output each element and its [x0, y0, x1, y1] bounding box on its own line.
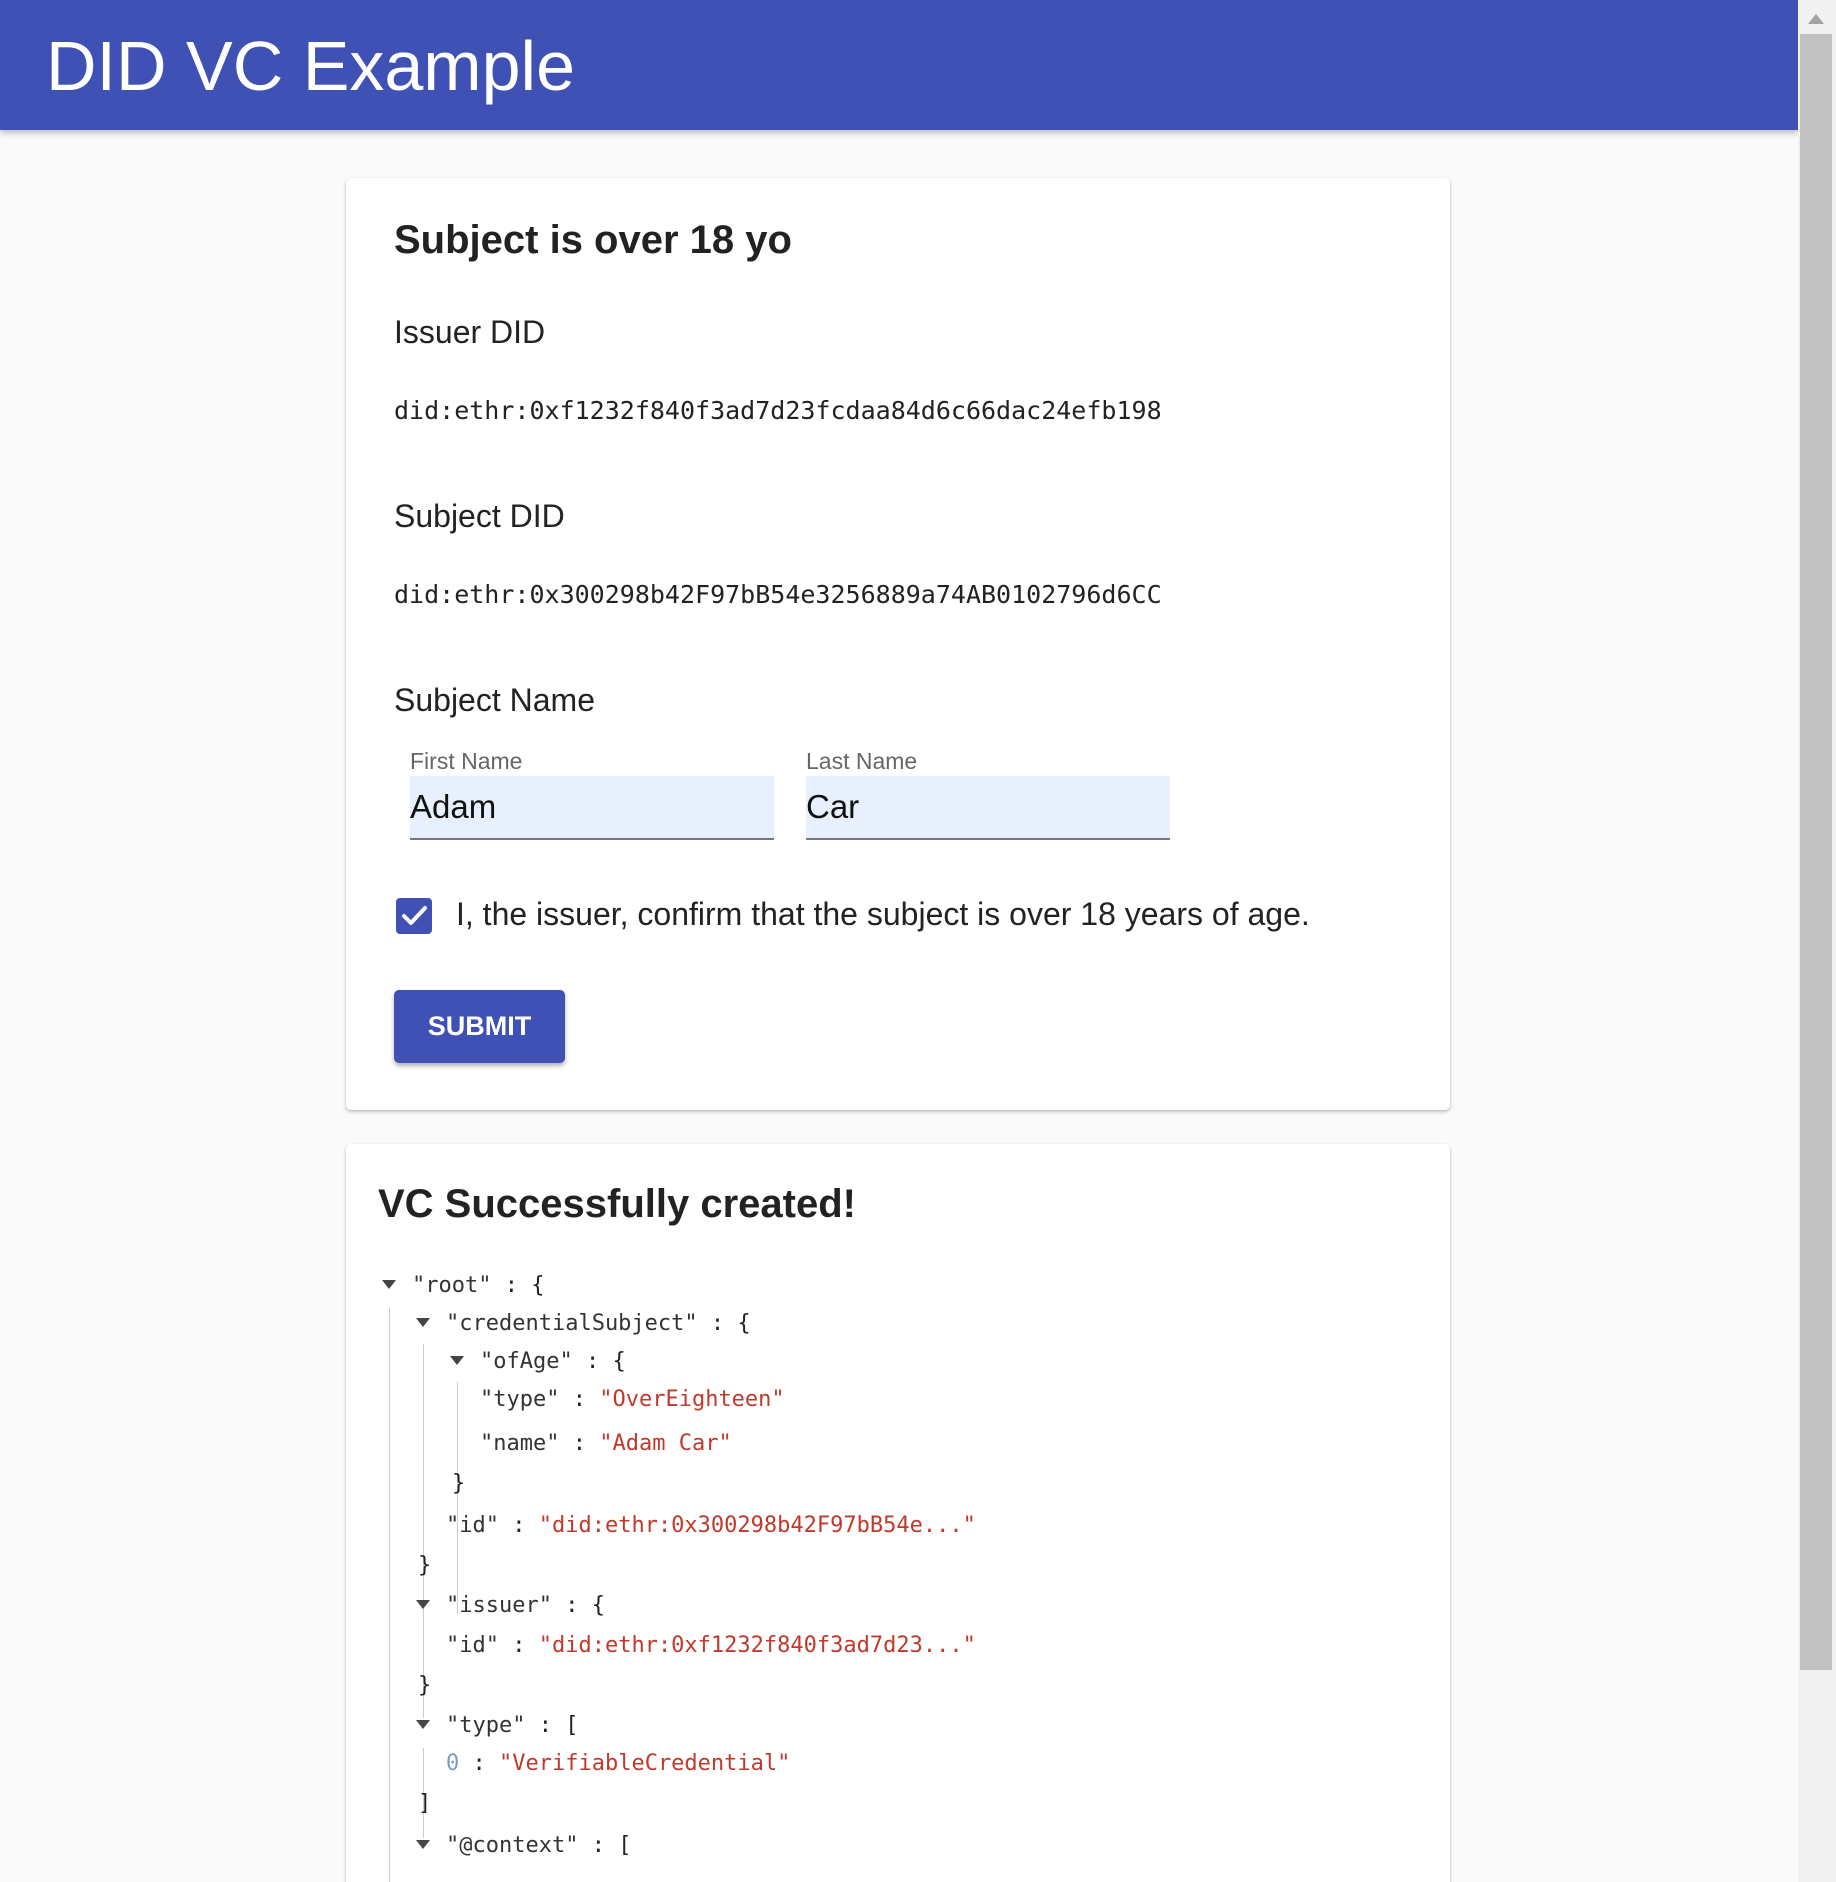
json-string: "Adam Car": [599, 1431, 732, 1456]
json-key: "@context": [446, 1833, 579, 1858]
json-key: "name": [480, 1431, 560, 1456]
json-key: "ofAge": [480, 1349, 573, 1374]
json-close: }: [418, 1673, 432, 1698]
json-punct: : {: [585, 1349, 626, 1374]
json-close: ]: [418, 1791, 432, 1816]
json-node-credentialSubject: "credentialSubject" : {: [446, 1310, 751, 1338]
tree-guide: [457, 1382, 458, 1614]
json-punct: :: [572, 1387, 586, 1412]
json-close: }: [418, 1553, 432, 1578]
json-punct: :: [512, 1633, 526, 1658]
app-bar: DID VC Example: [0, 0, 1798, 130]
json-string: "did:ethr:0x300298b42F97bB54e...": [538, 1513, 976, 1538]
subject-did-label: Subject DID: [394, 498, 565, 534]
json-punct: :: [512, 1513, 526, 1538]
json-string: "VerifiableCredential": [499, 1751, 791, 1776]
first-name-input[interactable]: [410, 776, 774, 840]
caret-down-icon[interactable]: [416, 1720, 430, 1729]
json-node-context: "@context" : [: [446, 1832, 631, 1860]
json-punct: : {: [710, 1311, 751, 1336]
submit-button[interactable]: SUBMIT: [394, 990, 565, 1063]
json-key: "type": [446, 1713, 526, 1738]
checkmark-icon: [402, 906, 427, 925]
json-key: "id": [446, 1513, 499, 1538]
json-node-issuer: "issuer" : {: [446, 1592, 605, 1620]
issuer-did-value: did:ethr:0xf1232f840f3ad7d23fcdaa84d6c66…: [394, 396, 1162, 425]
json-key: "credentialSubject": [446, 1311, 698, 1336]
json-string: "OverEighteen": [599, 1387, 785, 1412]
json-key: "type": [480, 1387, 560, 1412]
json-key: "id": [446, 1633, 499, 1658]
json-punct: : {: [565, 1593, 605, 1618]
json-string: "did:ethr:0xf1232f840f3ad7d23...": [538, 1633, 976, 1658]
first-name-label: First Name: [410, 748, 523, 774]
confirm-label: I, the issuer, confirm that the subject …: [456, 896, 1310, 932]
caret-down-icon[interactable]: [416, 1840, 430, 1849]
json-node-ofAge-type: "type" : "OverEighteen": [480, 1386, 785, 1414]
subject-did-value: did:ethr:0x300298b42F97bB54e3256889a74AB…: [394, 580, 1162, 609]
subject-name-label: Subject Name: [394, 682, 595, 718]
json-punct: :: [572, 1431, 586, 1456]
caret-down-icon[interactable]: [416, 1318, 430, 1327]
form-title: Subject is over 18 yo: [394, 218, 792, 262]
caret-down-icon[interactable]: [450, 1356, 464, 1365]
browser-viewport: DID VC Example Subject is over 18 yo Iss…: [0, 0, 1798, 1882]
json-punct: : {: [504, 1273, 545, 1298]
json-node-root: "root" : {: [412, 1272, 544, 1300]
scrollbar-thumb[interactable]: [1800, 34, 1832, 1670]
caret-down-icon[interactable]: [416, 1600, 430, 1609]
json-punct: : [: [538, 1713, 579, 1738]
json-key: "root": [412, 1273, 492, 1298]
result-card: VC Successfully created! "root" : { "cre…: [346, 1144, 1450, 1882]
scroll-up-arrow-icon[interactable]: [1808, 14, 1824, 24]
issue-form-card: Subject is over 18 yo Issuer DID did:eth…: [346, 178, 1450, 1110]
json-punct: :: [472, 1751, 486, 1776]
json-index: 0: [446, 1751, 460, 1776]
app-title: DID VC Example: [46, 27, 576, 105]
last-name-label: Last Name: [806, 748, 918, 774]
json-node-ofAge: "ofAge" : {: [480, 1348, 626, 1376]
json-key: "issuer": [446, 1593, 552, 1618]
confirm-checkbox[interactable]: [396, 898, 432, 934]
json-node-issuer-id: "id" : "did:ethr:0xf1232f840f3ad7d23...": [446, 1632, 976, 1660]
json-node-vc-type: "type" : [: [446, 1712, 578, 1740]
json-close: }: [452, 1471, 466, 1496]
caret-down-icon[interactable]: [382, 1280, 396, 1289]
json-punct: : [: [591, 1833, 632, 1858]
json-tree-viewer: "root" : { "credentialSubject" : { "ofAg…: [346, 1144, 1450, 1882]
json-node-vc-type-0: 0 : "VerifiableCredential": [446, 1750, 790, 1778]
issuer-did-label: Issuer DID: [394, 314, 546, 350]
json-node-ofAge-name: "name" : "Adam Car": [480, 1430, 732, 1458]
last-name-input[interactable]: [806, 776, 1170, 840]
tree-guide: [389, 1308, 390, 1882]
json-node-subject-id: "id" : "did:ethr:0x300298b42F97bB54e...": [446, 1512, 976, 1540]
